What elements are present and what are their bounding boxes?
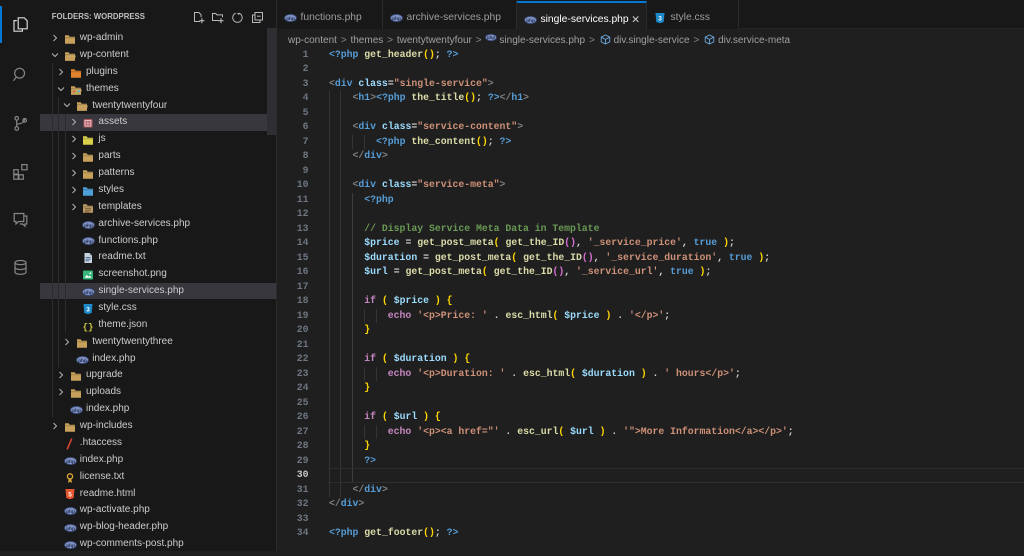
svg-text:{}: {} xyxy=(83,322,94,332)
svg-text:3: 3 xyxy=(658,15,662,22)
svg-text:php: php xyxy=(72,408,81,414)
svg-text:php: php xyxy=(78,357,87,363)
svg-text:php: php xyxy=(84,290,93,296)
svg-text:php: php xyxy=(66,543,75,549)
svg-text:5: 5 xyxy=(68,492,72,499)
svg-text:php: php xyxy=(66,526,75,532)
svg-text:php: php xyxy=(66,459,75,465)
svg-text:php: php xyxy=(286,15,295,21)
svg-text:php: php xyxy=(487,35,495,40)
svg-text:php: php xyxy=(84,239,93,245)
svg-text:php: php xyxy=(526,17,535,23)
svg-text:3: 3 xyxy=(86,307,90,314)
svg-text:php: php xyxy=(392,15,401,21)
svg-text:php: php xyxy=(66,509,75,515)
svg-text:php: php xyxy=(84,222,93,228)
